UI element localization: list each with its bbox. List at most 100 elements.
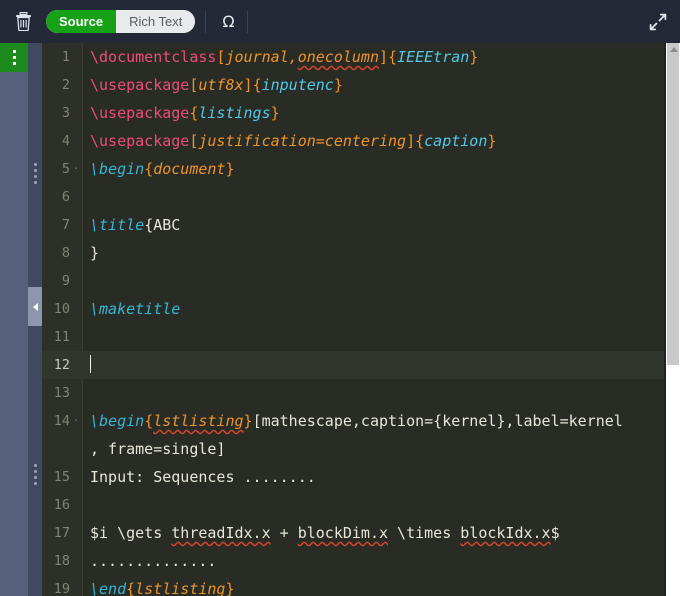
code-line[interactable]: 9 (42, 267, 666, 295)
fold-toggle-icon[interactable]: · (70, 407, 82, 435)
code-text[interactable]: \usepackage{listings} (82, 99, 666, 127)
code-token-misspelled: blockDim.x (297, 524, 389, 542)
code-text[interactable]: } (82, 239, 666, 267)
code-token: { (144, 160, 154, 178)
code-token: } (225, 580, 235, 596)
code-token: \end (90, 580, 127, 596)
line-number: 18 (53, 553, 70, 569)
code-line[interactable]: 3 \usepackage{listings} (42, 99, 666, 127)
code-line[interactable]: 13 (42, 379, 666, 407)
code-token: , frame=single] (90, 440, 226, 458)
code-token-misspelled: blockIdx.x (460, 524, 551, 542)
code-line[interactable]: 18.............. (42, 547, 666, 575)
code-line[interactable]: 2 \usepackage[utf8x]{inputenc} (42, 71, 666, 99)
code-token: $i \gets (90, 524, 172, 542)
code-token: \title (90, 216, 145, 234)
line-number: 1 (61, 49, 70, 65)
code-text[interactable]: , frame=single] (82, 435, 666, 463)
toolbar-divider-1 (205, 10, 207, 33)
line-number: 6 (61, 189, 70, 205)
code-token: } (270, 104, 280, 122)
code-token: caption (424, 132, 488, 150)
code-line[interactable]: 11 (42, 323, 666, 351)
code-line[interactable]: 14 · \begin{lstlisting}[mathescape,caption… (42, 407, 666, 435)
code-text[interactable]: \begin{lstlisting}[mathescape,caption={k… (82, 407, 666, 435)
code-line-wrapped[interactable]: , frame=single] (42, 435, 666, 463)
code-token-misspelled: lstlisting (153, 412, 244, 430)
code-line[interactable]: 10 \maketitle (42, 295, 666, 323)
code-token: { (388, 48, 398, 66)
code-token: ] (379, 48, 389, 66)
code-line[interactable]: 5 · \begin{document} (42, 155, 666, 183)
line-number: 15 (53, 469, 70, 485)
code-text[interactable]: \begin{document} (82, 155, 666, 183)
line-number: 8 (61, 245, 70, 261)
line-number: 10 (53, 301, 70, 317)
code-token: ] (406, 132, 416, 150)
code-token: listings (198, 104, 271, 122)
code-line[interactable]: 1 \documentclass[journal,onecolumn]{IEEEt… (42, 43, 666, 71)
code-line[interactable]: 19 \end{lstlisting} (42, 575, 666, 596)
code-line[interactable]: 17 $i \gets threadIdx.x + blockDim.x \tim… (42, 519, 666, 547)
code-token: utf8x (198, 76, 244, 94)
vertical-dots-drag-handle-icon[interactable] (32, 462, 38, 486)
code-token: document (153, 160, 226, 178)
code-token: lstlisting (135, 580, 226, 596)
line-number: 11 (53, 329, 70, 345)
code-text[interactable] (82, 351, 666, 379)
code-line-list: 1 \documentclass[journal,onecolumn]{IEEEt… (42, 43, 666, 596)
code-text[interactable]: \end{lstlisting} (82, 575, 666, 596)
code-token: ] (243, 76, 253, 94)
tab-rich-text[interactable]: Rich Text (116, 10, 196, 33)
sidebar-collapse-button[interactable] (28, 287, 42, 326)
line-number: 16 (53, 497, 70, 513)
code-line[interactable]: 8} (42, 239, 666, 267)
line-number: 4 (61, 133, 70, 149)
code-text[interactable]: \title{ABC (82, 211, 666, 239)
line-number: 7 (61, 217, 70, 233)
expand-diagonal-icon[interactable] (646, 10, 670, 34)
scrollbar-thumb[interactable] (667, 43, 679, 365)
line-number: 5 (61, 161, 70, 177)
vertical-scrollbar[interactable] (666, 43, 680, 596)
scroll-up-arrow-icon[interactable] (670, 47, 678, 52)
code-text[interactable]: .............. (82, 547, 666, 575)
line-number: 17 (53, 525, 70, 541)
code-token: } (90, 244, 100, 262)
fold-toggle-icon[interactable]: · (70, 155, 82, 183)
vertical-dots-drag-handle-icon[interactable] (32, 161, 38, 185)
code-token: } (469, 48, 479, 66)
code-line[interactable]: 4 \usepackage[justification=centering]{ca… (42, 127, 666, 155)
tab-source[interactable]: Source (46, 10, 117, 33)
code-token: \begin (90, 160, 145, 178)
code-text[interactable]: \usepackage[justification=centering]{cap… (82, 127, 666, 155)
code-token-misspelled: threadIdx.x (171, 524, 271, 542)
code-token: { (252, 76, 262, 94)
code-text[interactable]: \documentclass[journal,onecolumn]{IEEEtr… (82, 43, 666, 71)
line-number: 12 (53, 357, 70, 373)
code-text[interactable]: $i \gets threadIdx.x + blockDim.x \times… (82, 519, 666, 547)
line-number: 14 (53, 413, 70, 429)
code-line[interactable]: 12 (42, 351, 666, 379)
code-text[interactable]: \usepackage[utf8x]{inputenc} (82, 71, 666, 99)
source-richtext-toggle[interactable]: Source Rich Text (46, 10, 196, 33)
code-line[interactable]: 15 Input: Sequences ........ (42, 463, 666, 491)
code-editor[interactable]: 1 \documentclass[journal,onecolumn]{IEEEt… (42, 43, 666, 596)
toolbar-divider-2 (246, 10, 248, 33)
code-token: \documentclass (90, 48, 217, 66)
code-token: { (126, 580, 136, 596)
trash-icon[interactable] (10, 9, 36, 35)
code-token: \maketitle (90, 300, 181, 318)
code-line[interactable]: 6 (42, 183, 666, 211)
omega-symbol-button[interactable]: Ω (216, 12, 240, 31)
code-token: } (243, 412, 253, 430)
code-token: \usepackage (90, 104, 190, 122)
code-token: {ABC (144, 216, 181, 234)
line-number: 19 (53, 581, 70, 596)
code-token: IEEEtran (397, 48, 470, 66)
vertical-dots-menu-icon[interactable] (0, 43, 28, 72)
code-text[interactable]: \maketitle (82, 295, 666, 323)
code-line[interactable]: 16 (42, 491, 666, 519)
code-line[interactable]: 7 \title{ABC (42, 211, 666, 239)
code-text[interactable]: Input: Sequences ........ (82, 463, 666, 491)
